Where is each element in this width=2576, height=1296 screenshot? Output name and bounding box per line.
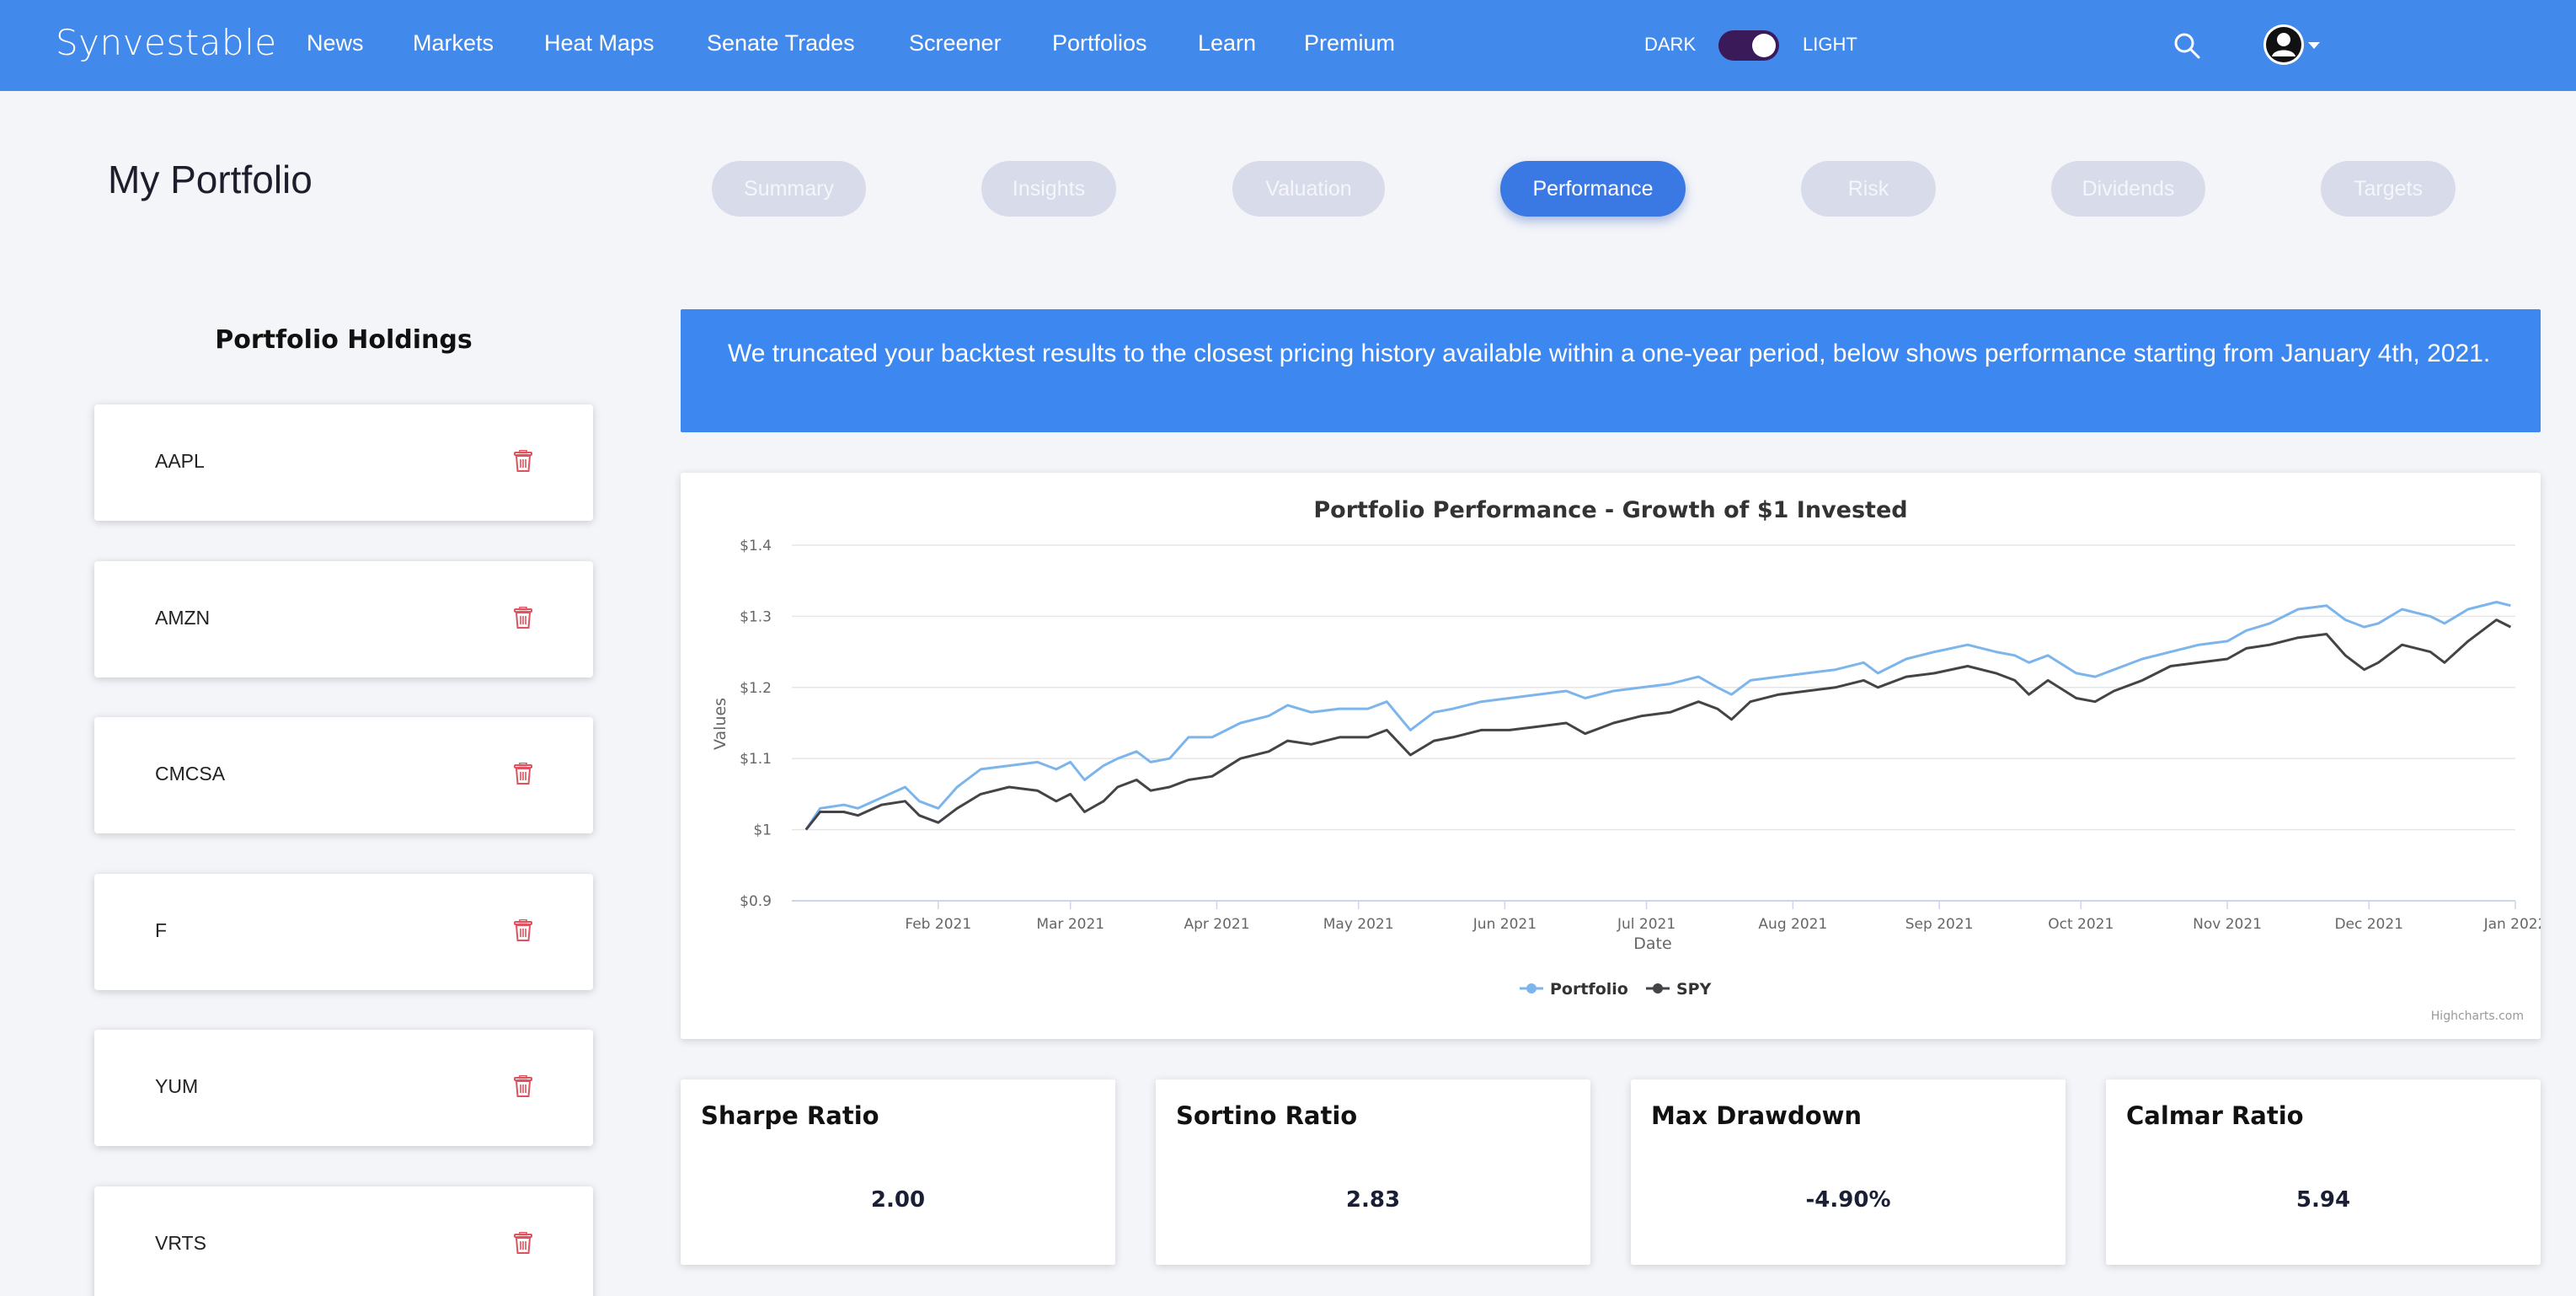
metric-card-sharpe: Sharpe Ratio 2.00 xyxy=(681,1079,1115,1265)
holding-card: AMZN xyxy=(94,561,593,677)
nav-item-premium[interactable]: Premium xyxy=(1304,30,1395,56)
y-tick-label: $1.2 xyxy=(740,680,772,697)
chart-credits[interactable]: Highcharts.com xyxy=(2431,1009,2524,1023)
trash-icon[interactable] xyxy=(514,1232,532,1254)
trash-icon[interactable] xyxy=(514,1075,532,1097)
toggle-knob xyxy=(1752,34,1776,57)
tab-dividends[interactable]: Dividends xyxy=(2051,161,2205,217)
tab-valuation[interactable]: Valuation xyxy=(1232,161,1385,217)
x-axis-ticks: Feb 2021 Mar 2021 Apr 2021 May 2021 Jun 2021… xyxy=(905,901,2541,933)
chart-legend: Portfolio SPY xyxy=(1520,980,1712,999)
trash-icon[interactable] xyxy=(514,763,532,785)
x-tick-label: Jul 2021 xyxy=(1617,916,1675,933)
series-line-spy xyxy=(804,619,2512,831)
x-tick-label: May 2021 xyxy=(1323,916,1394,933)
chart-grid xyxy=(792,544,2515,902)
holding-card: F xyxy=(94,874,593,990)
user-avatar-icon[interactable] xyxy=(2263,24,2305,66)
metric-card-sortino: Sortino Ratio 2.83 xyxy=(1156,1079,1590,1265)
performance-chart-card: Portfolio Performance - Growth of $1 Inv… xyxy=(681,473,2541,1039)
metric-title: Sortino Ratio xyxy=(1176,1101,1358,1130)
brand-logo[interactable]: Synvestable xyxy=(56,22,277,63)
chart-title: Portfolio Performance - Growth of $1 Inv… xyxy=(1313,497,1907,523)
x-tick-label: Aug 2021 xyxy=(1758,916,1827,933)
y-tick-label: $1.3 xyxy=(740,608,772,625)
x-tick-label: Apr 2021 xyxy=(1184,916,1249,933)
nav-item-heat-maps[interactable]: Heat Maps xyxy=(544,30,655,56)
legend-marker-portfolio xyxy=(1526,983,1537,993)
nav-item-screener[interactable]: Screener xyxy=(909,30,1002,56)
tab-targets[interactable]: Targets xyxy=(2321,161,2456,217)
theme-toggle[interactable] xyxy=(1718,30,1779,61)
tab-performance[interactable]: Performance xyxy=(1500,161,1686,217)
backtest-notice: We truncated your backtest results to th… xyxy=(681,309,2541,432)
nav-item-learn[interactable]: Learn xyxy=(1198,30,1256,56)
y-axis-ticks: $0.9 $1 $1.1 $1.2 $1.3 $1.4 xyxy=(740,538,772,910)
x-tick-label: Nov 2021 xyxy=(2193,916,2262,933)
metric-value: 2.00 xyxy=(870,1187,926,1213)
x-tick-label: Oct 2021 xyxy=(2048,916,2114,933)
y-tick-label: $1.4 xyxy=(740,538,772,554)
nav-item-markets[interactable]: Markets xyxy=(413,30,494,56)
tab-insights[interactable]: Insights xyxy=(981,161,1116,217)
caret-down-icon[interactable] xyxy=(2308,42,2320,49)
holding-ticker: CMCSA xyxy=(155,763,226,785)
tab-summary[interactable]: Summary xyxy=(712,161,866,217)
x-tick-label: Feb 2021 xyxy=(905,916,971,933)
metric-title: Sharpe Ratio xyxy=(701,1101,879,1130)
x-axis-label: Date xyxy=(1633,935,1671,953)
legend-label-spy[interactable]: SPY xyxy=(1676,980,1712,999)
holding-ticker: YUM xyxy=(155,1075,199,1097)
metric-value: 5.94 xyxy=(2295,1187,2351,1213)
legend-marker-spy xyxy=(1653,983,1663,993)
nav-item-senate-trades[interactable]: Senate Trades xyxy=(707,30,855,56)
x-tick-label: Dec 2021 xyxy=(2334,916,2403,933)
x-tick-label: Jun 2021 xyxy=(1472,916,1537,933)
nav-item-portfolios[interactable]: Portfolios xyxy=(1052,30,1147,56)
holding-card: VRTS xyxy=(94,1186,593,1296)
dark-mode-label: DARK xyxy=(1644,34,1697,55)
y-tick-label: $1 xyxy=(753,822,772,839)
top-navbar: Synvestable News Markets Heat Maps Senat… xyxy=(0,0,2576,91)
holdings-title: Portfolio Holdings xyxy=(215,325,473,355)
page-title: My Portfolio xyxy=(108,158,313,201)
performance-chart: Portfolio Performance - Growth of $1 Inv… xyxy=(711,497,2541,1023)
trash-icon[interactable] xyxy=(514,607,532,629)
nav-item-news[interactable]: News xyxy=(307,30,364,56)
legend-label-portfolio[interactable]: Portfolio xyxy=(1550,980,1628,999)
holding-card: CMCSA xyxy=(94,717,593,833)
x-tick-label: Sep 2021 xyxy=(1905,916,1974,933)
metric-card-max-drawdown: Max Drawdown -4.90% xyxy=(1631,1079,2066,1265)
series-line-portfolio xyxy=(804,601,2511,831)
search-icon[interactable] xyxy=(2172,30,2202,61)
metric-card-calmar: Calmar Ratio 5.94 xyxy=(2106,1079,2541,1265)
metric-title: Calmar Ratio xyxy=(2126,1101,2304,1130)
holding-ticker: F xyxy=(155,919,168,941)
y-axis-label: Values xyxy=(711,698,730,750)
holding-ticker: VRTS xyxy=(155,1232,206,1254)
y-tick-label: $1.1 xyxy=(740,751,772,768)
metric-title: Max Drawdown xyxy=(1651,1101,1863,1130)
light-mode-label: LIGHT xyxy=(1803,34,1857,55)
metric-value: 2.83 xyxy=(1345,1187,1401,1213)
holding-ticker: AAPL xyxy=(155,450,205,472)
tab-risk[interactable]: Risk xyxy=(1801,161,1936,217)
metric-value: -4.90% xyxy=(1805,1187,1891,1213)
holding-card: YUM xyxy=(94,1030,593,1146)
y-tick-label: $0.9 xyxy=(740,893,772,910)
trash-icon[interactable] xyxy=(514,919,532,941)
holding-card: AAPL xyxy=(94,404,593,521)
x-tick-label: Mar 2021 xyxy=(1036,916,1104,933)
holding-ticker: AMZN xyxy=(155,607,211,629)
x-tick-label: Jan 2022 xyxy=(2483,916,2541,933)
trash-icon[interactable] xyxy=(514,450,532,472)
chart-series xyxy=(804,601,2512,831)
